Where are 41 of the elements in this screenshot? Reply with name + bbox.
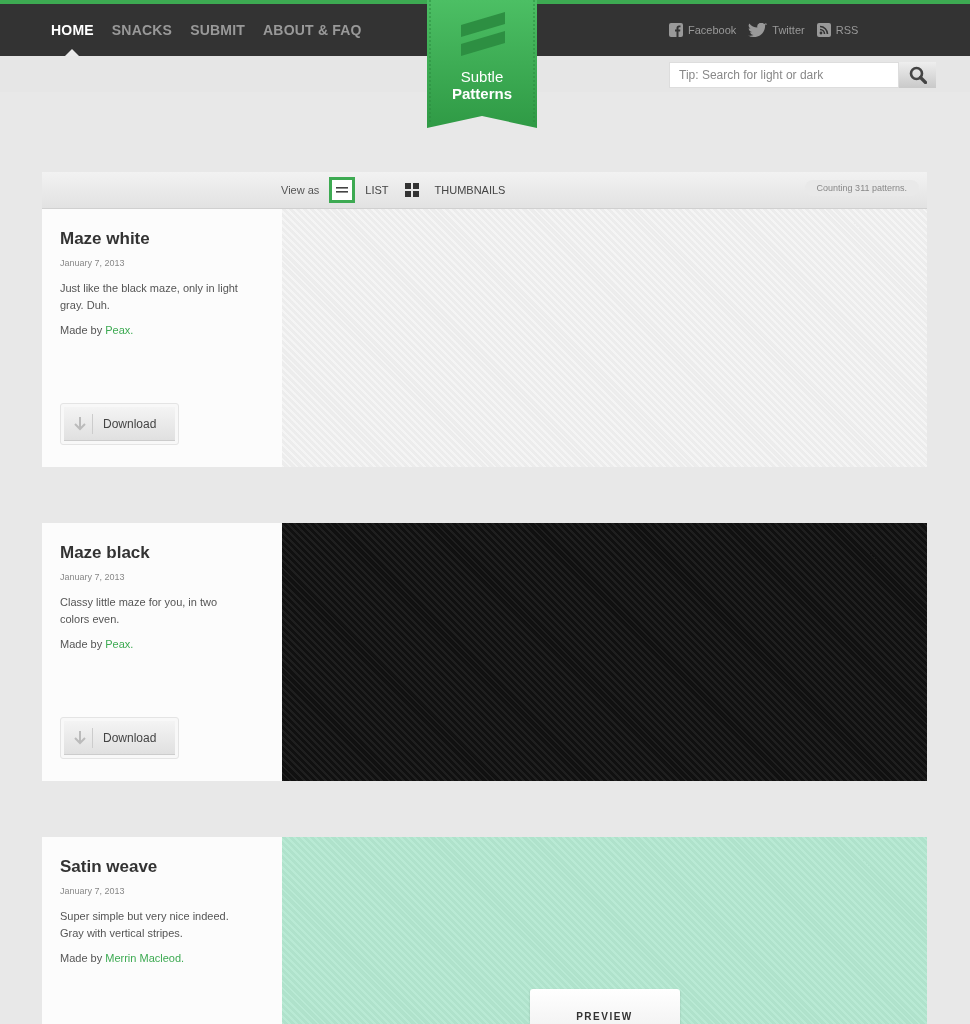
- search-icon: [908, 66, 927, 84]
- social-link[interactable]: Twitter: [748, 23, 805, 37]
- nav-link[interactable]: HOME: [51, 4, 94, 56]
- bird-icon: [748, 23, 768, 37]
- author-link[interactable]: Merrin Macleod.: [105, 952, 185, 964]
- logo-text: Patterns: [451, 85, 513, 102]
- pattern-description: Classy little maze for you, in two colors even.: [60, 595, 219, 627]
- logo-stripes-icon: [461, 12, 505, 56]
- download-button[interactable]: Download: [64, 407, 175, 441]
- pattern-description: Just like the black maze, only in light gray. Duh.: [60, 281, 239, 313]
- logo-text: Subtle: [459, 68, 505, 85]
- pattern-count: Counting 311 patterns.: [804, 180, 919, 196]
- facebook-icon: [669, 23, 683, 37]
- pattern-date: January 7, 2013: [60, 572, 126, 582]
- pattern-title: Satin weave: [60, 857, 159, 877]
- pattern-title: Maze black: [60, 543, 151, 563]
- view-option[interactable]: THUMBNAILS: [398, 177, 506, 203]
- pattern-date: January 7, 2013: [60, 258, 126, 268]
- pattern-description: Super simple but very nice indeed. Gray with vertical stripes.: [60, 909, 230, 941]
- download-button[interactable]: Download: [64, 721, 175, 755]
- pattern-date: January 7, 2013: [60, 886, 126, 896]
- nav-link[interactable]: SNACKS: [111, 4, 173, 56]
- search-field[interactable]: Tip: Search for light or dark: [669, 62, 899, 88]
- down-arrow-icon: [74, 416, 86, 431]
- view-option[interactable]: LIST: [329, 177, 389, 203]
- rss-icon: [816, 23, 831, 37]
- preview-button[interactable]: PREVIEW: [529, 989, 680, 1024]
- down-arrow-icon: [74, 730, 86, 745]
- logo-ribbon[interactable]: Subtle Patterns: [427, 0, 537, 128]
- social-link[interactable]: Facebook: [669, 23, 737, 37]
- pattern-title: Maze white: [60, 229, 151, 249]
- social-link[interactable]: RSS: [816, 23, 859, 37]
- author-link[interactable]: Peax.: [105, 638, 134, 650]
- author-link[interactable]: Peax.: [105, 324, 134, 336]
- nav-link[interactable]: ABOUT & FAQ: [263, 4, 362, 56]
- search-button[interactable]: [899, 62, 936, 88]
- nav-link[interactable]: SUBMIT: [190, 4, 245, 56]
- author-credit: Made by Merrin Macleod.: [60, 952, 186, 964]
- view-as-label: View as: [281, 184, 320, 196]
- author-credit: Made by Peax.: [60, 324, 135, 336]
- author-credit: Made by Peax.: [60, 638, 135, 650]
